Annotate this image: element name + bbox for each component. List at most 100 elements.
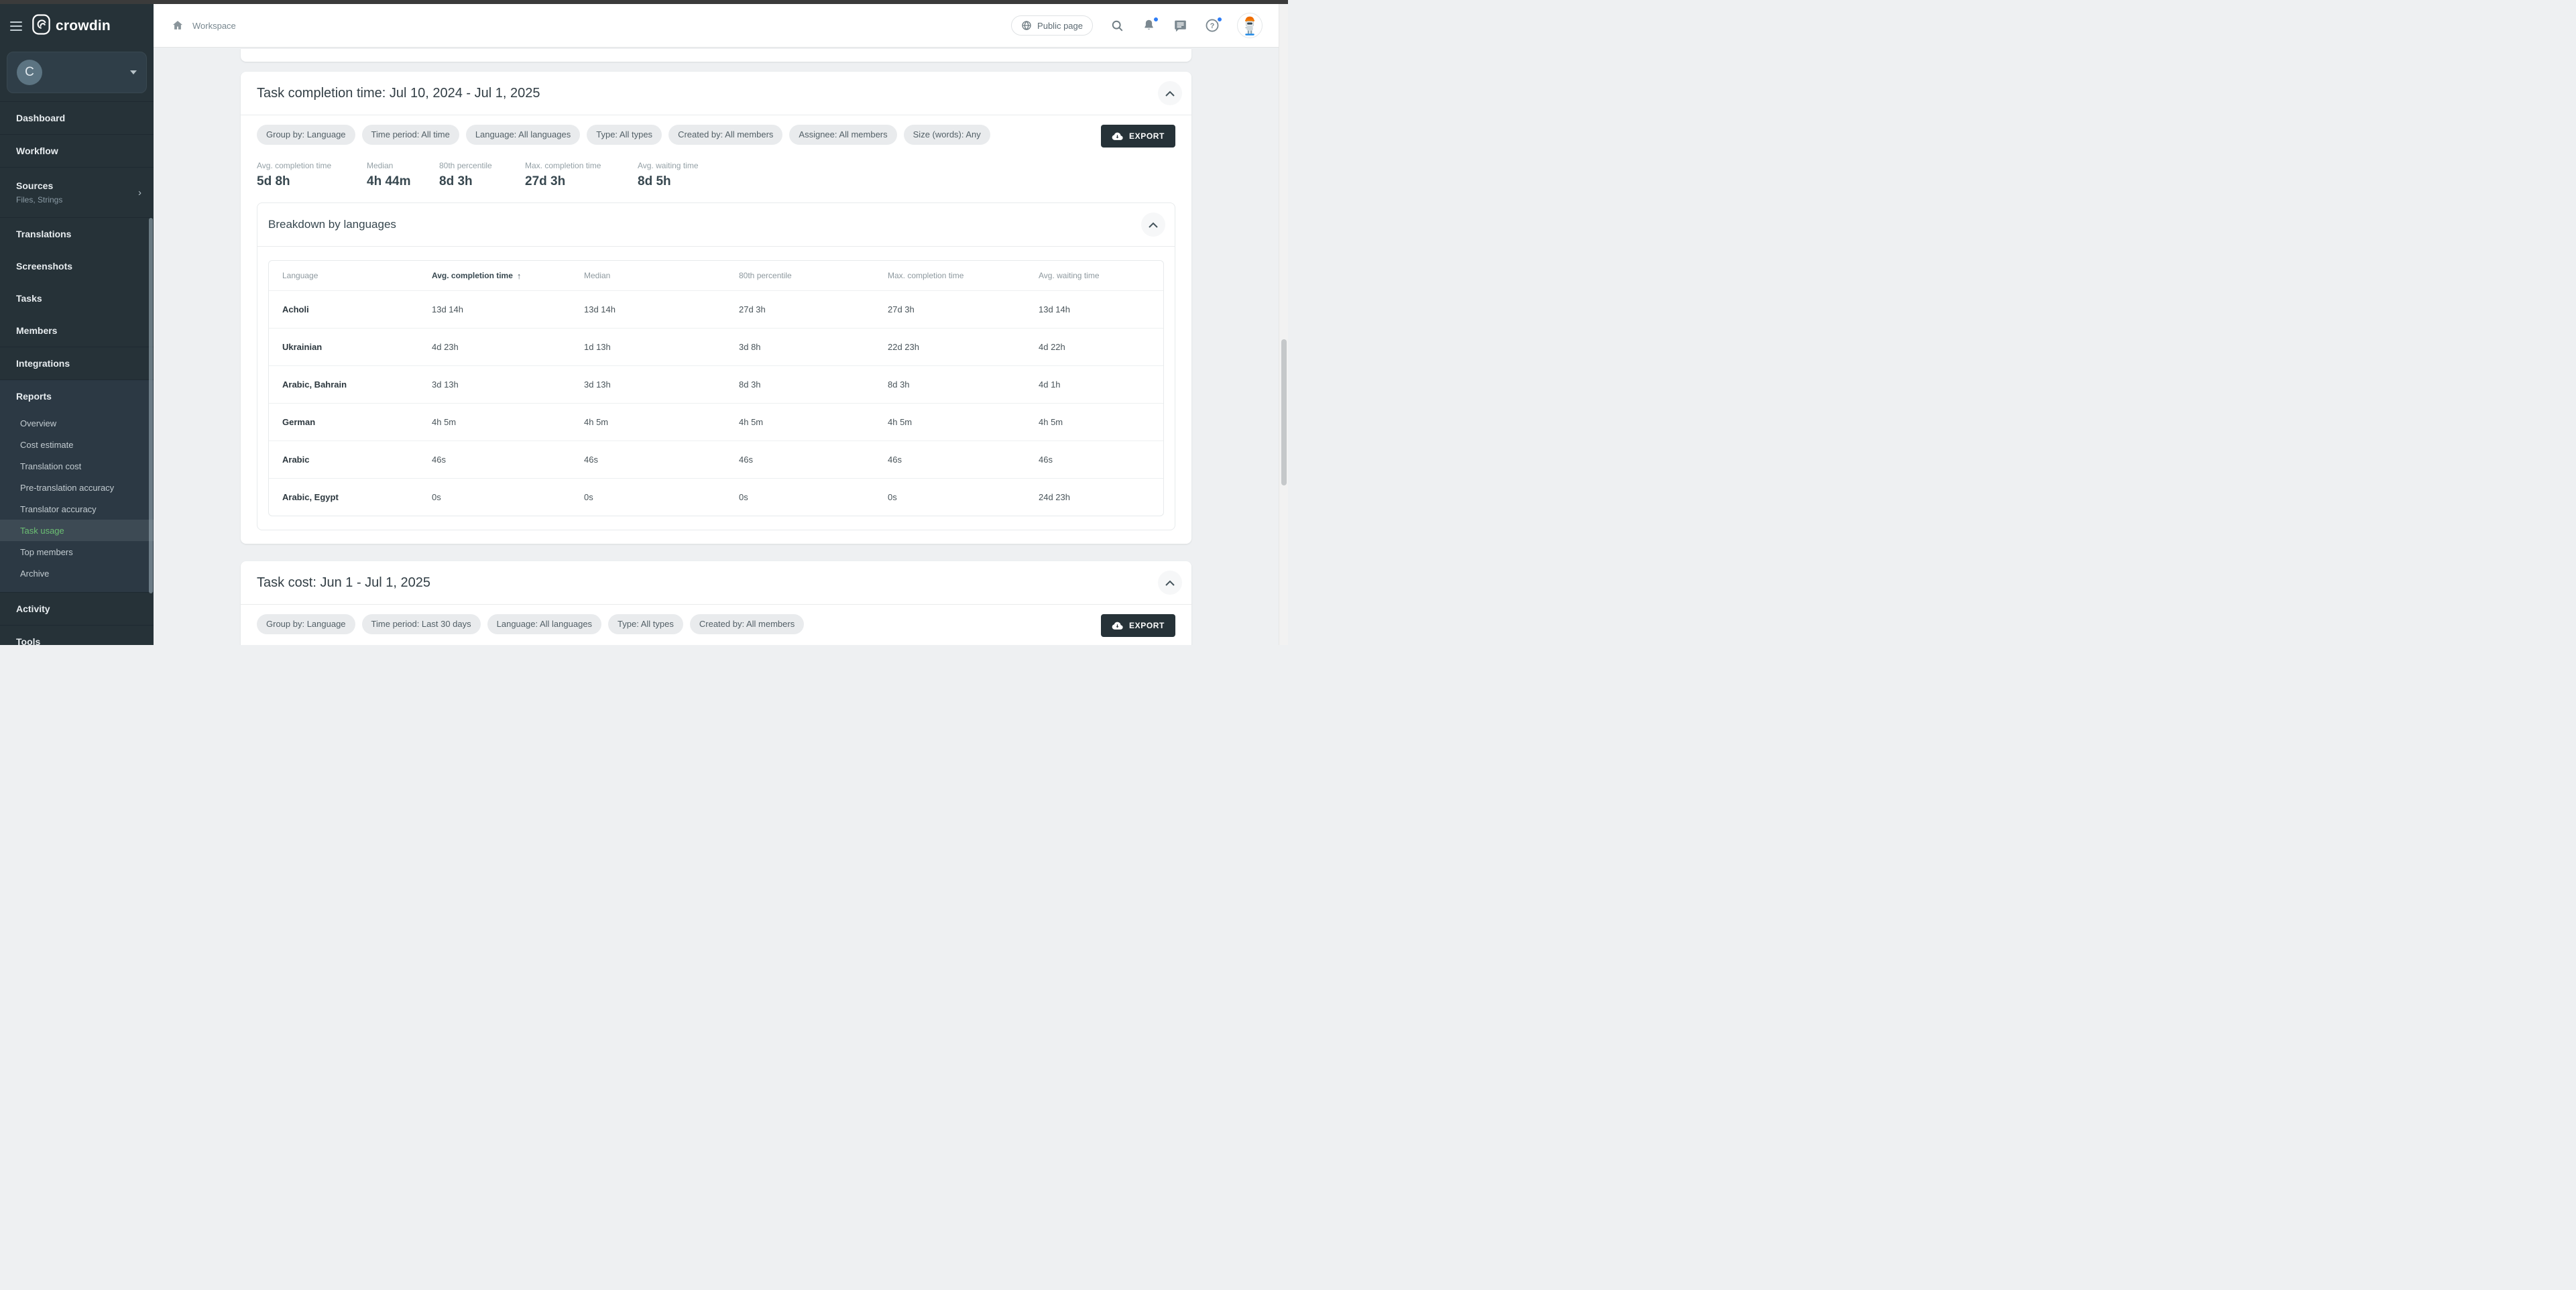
sidebar-item-tasks[interactable]: Tasks [0,282,154,314]
home-icon[interactable] [171,19,184,32]
topbar: Workspace Public page [154,4,1279,48]
column-max-completion-time[interactable]: Max. completion time [874,271,1025,280]
breadcrumb: Workspace [171,19,236,32]
sidebar-item-integrations[interactable]: Integrations [0,347,154,379]
stat-avg-waiting-time: Avg. waiting time 8d 5h [638,161,699,189]
filter-time-period[interactable]: Time period: Last 30 days [362,614,481,634]
filter-language[interactable]: Language: All languages [466,125,580,145]
collapse-button[interactable] [1158,81,1182,105]
sidebar-scrollbar[interactable] [149,218,153,593]
stat-80th-percentile: 80th percentile 8d 3h [439,161,525,189]
caret-down-icon [130,70,137,74]
filter-time-period[interactable]: Time period: All time [362,125,459,145]
breakdown-table: Language Avg. completion time ↑ Median 8… [268,260,1164,516]
main-content: Task completion time: Jul 10, 2024 - Jul… [154,48,1279,645]
filter-size-words[interactable]: Size (words): Any [904,125,990,145]
column-avg-completion-time[interactable]: Avg. completion time ↑ [418,271,571,281]
table-row: Arabic, Egypt 0s 0s 0s 0s 24d 23h [269,478,1163,516]
sidebar-item-members[interactable]: Members [0,314,154,347]
crowdin-logo[interactable]: crowdin [32,14,111,38]
notifications-bell-icon[interactable] [1142,18,1156,33]
messages-icon[interactable] [1173,19,1187,33]
column-80th-percentile[interactable]: 80th percentile [725,271,874,280]
notification-dot [1216,16,1223,23]
table-row: Ukrainian 4d 23h 1d 13h 3d 8h 22d 23h 4d… [269,328,1163,365]
sidebar-item-translation-cost[interactable]: Translation cost [0,455,154,477]
breadcrumb-workspace[interactable]: Workspace [192,21,236,31]
filter-assignee[interactable]: Assignee: All members [789,125,896,145]
sidebar-item-pre-translation-accuracy[interactable]: Pre-translation accuracy [0,477,154,498]
breakdown-title: Breakdown by languages [268,218,396,231]
table-header-row: Language Avg. completion time ↑ Median 8… [269,261,1163,290]
table-row: Arabic 46s 46s 46s 46s 46s [269,441,1163,478]
task-completion-title: Task completion time: Jul 10, 2024 - Jul… [257,86,540,101]
filter-chips: Group by: Language Time period: All time… [257,125,990,145]
notification-dot [1153,16,1159,23]
sidebar-item-screenshots[interactable]: Screenshots [0,250,154,282]
filter-created-by[interactable]: Created by: All members [690,614,804,634]
robot-avatar-icon [1238,14,1261,37]
collapse-button[interactable] [1141,213,1165,237]
topbar-actions: Public page [1011,13,1263,38]
table-row: Acholi 13d 14h 13d 14h 27d 3h 27d 3h 13d… [269,290,1163,328]
stat-avg-completion-time: Avg. completion time 5d 8h [257,161,367,189]
table-row: German 4h 5m 4h 5m 4h 5m 4h 5m 4h 5m [269,403,1163,441]
sidebar-item-overview[interactable]: Overview [0,412,154,434]
stat-median: Median 4h 44m [367,161,439,189]
page: crowdin C Dashboard Workflow Sources Fil… [0,0,1288,645]
stat-max-completion-time: Max. completion time 27d 3h [525,161,638,189]
help-icon[interactable]: ? [1205,18,1220,33]
column-median[interactable]: Median [571,271,725,280]
page-scrollbar-thumb[interactable] [1281,339,1287,485]
hamburger-menu-icon[interactable] [10,21,22,31]
sidebar-item-sources[interactable]: Sources Files, Strings › [0,168,154,217]
table-row: Arabic, Bahrain 3d 13h 3d 13h 8d 3h 8d 3… [269,365,1163,403]
sidebar-item-top-members[interactable]: Top members [0,541,154,563]
previous-card-edge [241,49,1191,62]
sidebar-item-tools[interactable]: Tools [0,626,154,658]
sidebar-item-reports[interactable]: Reports [0,380,154,412]
sidebar-item-cost-estimate[interactable]: Cost estimate [0,434,154,455]
crowdin-logo-icon [32,14,50,38]
chevron-up-icon [1149,222,1158,228]
sidebar-item-archive[interactable]: Archive [0,563,154,584]
filter-created-by[interactable]: Created by: All members [668,125,782,145]
chevron-up-icon [1165,580,1175,586]
sources-subtitle: Files, Strings [16,195,62,204]
task-cost-card: Task cost: Jun 1 - Jul 1, 2025 Group by:… [241,561,1191,645]
cloud-download-icon [1112,622,1123,630]
public-page-button[interactable]: Public page [1011,15,1093,36]
filter-group-by[interactable]: Group by: Language [257,125,355,145]
column-language[interactable]: Language [269,271,418,280]
sidebar-item-translator-accuracy[interactable]: Translator accuracy [0,498,154,520]
sidebar-item-workflow[interactable]: Workflow [0,135,154,167]
sidebar-item-task-usage[interactable]: Task usage [0,520,154,541]
chevron-up-icon [1165,91,1175,97]
sort-asc-icon: ↑ [517,271,522,281]
filter-type[interactable]: Type: All types [608,614,683,634]
collapse-button[interactable] [1158,571,1182,595]
cloud-download-icon [1112,132,1123,141]
summary-stats: Avg. completion time 5d 8h Median 4h 44m… [257,161,1175,189]
search-icon[interactable] [1110,19,1124,33]
sidebar: crowdin C Dashboard Workflow Sources Fil… [0,4,154,645]
chevron-right-icon: › [138,187,141,198]
filter-chips: Group by: Language Time period: Last 30 … [257,614,804,634]
column-avg-waiting-time[interactable]: Avg. waiting time [1025,271,1163,280]
export-button[interactable]: EXPORT [1101,614,1175,637]
sidebar-item-translations[interactable]: Translations [0,218,154,250]
sidebar-header: crowdin [0,4,154,48]
filter-type[interactable]: Type: All types [587,125,662,145]
sidebar-item-dashboard[interactable]: Dashboard [0,102,154,134]
crowdin-wordmark: crowdin [56,18,111,34]
task-completion-card: Task completion time: Jul 10, 2024 - Jul… [241,72,1191,544]
filter-language[interactable]: Language: All languages [487,614,601,634]
globe-icon [1021,20,1032,31]
reports-group: Reports Overview Cost estimate Translati… [0,380,154,592]
task-cost-title: Task cost: Jun 1 - Jul 1, 2025 [257,575,430,591]
export-button[interactable]: EXPORT [1101,125,1175,148]
filter-group-by[interactable]: Group by: Language [257,614,355,634]
workspace-selector[interactable]: C [7,52,147,93]
sidebar-item-activity[interactable]: Activity [0,593,154,625]
user-avatar[interactable] [1237,13,1263,38]
